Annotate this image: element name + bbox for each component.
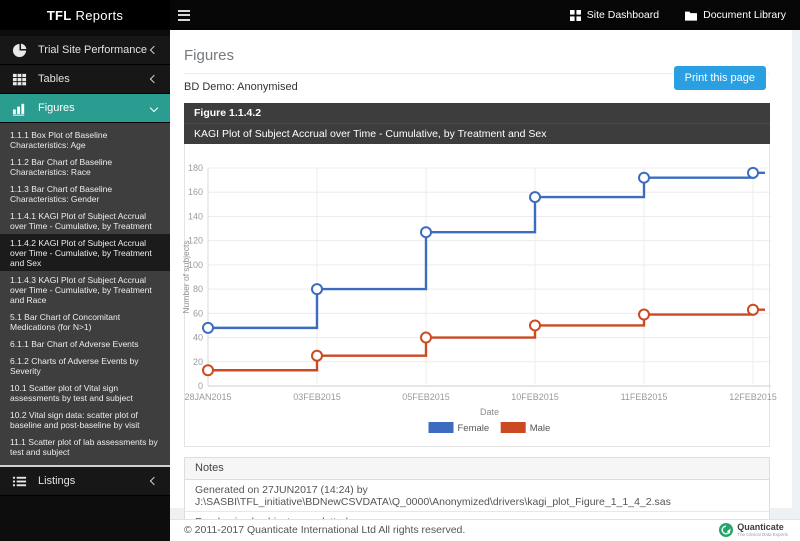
folder-icon	[685, 11, 698, 21]
sidebar-subitem[interactable]: 1.1.4.2 KAGI Plot of Subject Accrual ove…	[0, 234, 170, 271]
topbar-link-label: Site Dashboard	[586, 9, 660, 21]
logo-name: Quanticate	[737, 522, 784, 532]
list-icon	[12, 476, 27, 486]
figure-panel-header: Figure 1.1.4.2 KAGI Plot of Subject Accr…	[184, 103, 770, 144]
topbar: Site Dashboard Document Library	[170, 0, 800, 30]
footer: © 2011-2017 Quanticate International Ltd…	[170, 519, 800, 541]
sidebar-subitem[interactable]: 6.1.1 Bar Chart of Adverse Events	[0, 335, 170, 352]
sidebar-item-tables[interactable]: Tables	[0, 65, 170, 94]
sidebar-subitem[interactable]: 5.1 Bar Chart of Concomitant Medications…	[0, 308, 170, 335]
svg-text:60: 60	[193, 308, 203, 318]
sidebar-subitem[interactable]: 6.1.2 Charts of Adverse Events by Severi…	[0, 352, 170, 379]
topbar-link-label: Document Library	[703, 9, 786, 21]
svg-text:20: 20	[193, 357, 203, 367]
quanticate-logo-icon	[719, 523, 734, 537]
chevron-down-icon	[149, 103, 159, 113]
svg-text:12FEB2015: 12FEB2015	[729, 392, 777, 402]
brand-rest: Reports	[75, 7, 124, 23]
svg-text:Female: Female	[458, 423, 490, 434]
svg-text:180: 180	[188, 163, 203, 173]
sidebar-subitem[interactable]: 10.2 Vital sign data: scatter plot of ba…	[0, 406, 170, 433]
print-page-button[interactable]: Print this page	[673, 66, 766, 90]
pie-chart-icon	[12, 43, 27, 57]
hamburger-icon	[178, 9, 190, 12]
main-area: Site Dashboard Document Library Figures …	[170, 0, 800, 541]
brand-bold: TFL	[46, 7, 72, 23]
svg-text:Number of subjects: Number of subjects	[181, 240, 191, 313]
svg-text:05FEB2015: 05FEB2015	[402, 392, 450, 402]
sidebar-item-label: Trial Site Performance	[38, 44, 148, 56]
svg-text:Male: Male	[530, 423, 551, 434]
sidebar-subitem[interactable]: 10.1 Scatter plot of Vital sign assessme…	[0, 379, 170, 406]
svg-text:Date: Date	[480, 407, 499, 417]
svg-text:03FEB2015: 03FEB2015	[293, 392, 341, 402]
figure-title: KAGI Plot of Subject Accrual over Time -…	[184, 123, 770, 144]
svg-text:140: 140	[188, 211, 203, 221]
topbar-link-site-dashboard[interactable]: Site Dashboard	[569, 9, 660, 21]
figures-submenu: 1.1.1 Box Plot of Baseline Characteristi…	[0, 123, 170, 467]
bar-chart-icon	[12, 103, 25, 116]
app-brand: TFL Reports	[0, 0, 170, 30]
app-window: TFL Reports Trial Site Performance Table…	[0, 0, 800, 541]
topbar-link-document-library[interactable]: Document Library	[685, 9, 786, 21]
grid-icon	[569, 9, 581, 21]
copyright-text: © 2011-2017 Quanticate International Ltd…	[184, 524, 466, 536]
svg-text:11FEB2015: 11FEB2015	[621, 392, 668, 402]
figure-number: Figure 1.1.4.2	[194, 107, 262, 119]
table-icon	[12, 73, 27, 85]
svg-text:160: 160	[188, 187, 203, 197]
quanticate-logo: Quanticate The Clinical Data Experts	[719, 523, 788, 537]
note-row: Generated on 27JUN2017 (14:24) by J:\SAS…	[185, 480, 769, 511]
content-card: Figures BD Demo: Anonymised Print this p…	[170, 30, 792, 532]
kagi-chart: 02040608010012014016018028JAN2015 03FEB20…	[181, 163, 777, 434]
sidebar-item-label: Figures	[38, 102, 75, 114]
svg-text:10FEB2015: 10FEB2015	[511, 392, 559, 402]
sidebar-subitem[interactable]: 1.1.4.3 KAGI Plot of Subject Accrual ove…	[0, 271, 170, 308]
sidebar-item-trial-site-performance[interactable]: Trial Site Performance	[0, 36, 170, 65]
chart-container: 0 20 40 60 80 100 120 140 160 180 28JAN2015 03FEB20…	[181, 144, 777, 447]
topbar-links: Site Dashboard Document Library	[569, 9, 786, 21]
logo-tagline: The Clinical Data Experts	[737, 532, 788, 537]
chevron-left-icon	[149, 74, 159, 84]
sidebar-subitem[interactable]: 11.1 Scatter plot of lab assessments by …	[0, 433, 170, 460]
chevron-left-icon	[149, 476, 159, 486]
sidebar: TFL Reports Trial Site Performance Table…	[0, 0, 170, 541]
sidebar-item-label: Listings	[38, 475, 76, 487]
svg-text:0: 0	[198, 381, 203, 391]
svg-text:28JAN2015: 28JAN2015	[184, 392, 231, 402]
sidebar-item-listings[interactable]: Listings	[0, 467, 170, 496]
menu-toggle-button[interactable]	[178, 7, 194, 23]
notes-header: Notes	[185, 458, 769, 480]
svg-text:80: 80	[193, 284, 203, 294]
sidebar-subitem[interactable]: 1.1.1 Box Plot of Baseline Characteristi…	[0, 126, 170, 153]
sidebar-item-label: Tables	[38, 73, 70, 85]
chevron-left-icon	[149, 45, 159, 55]
sidebar-subitem[interactable]: 1.1.4.1 KAGI Plot of Subject Accrual ove…	[0, 207, 170, 234]
sidebar-item-figures[interactable]: Figures	[0, 94, 170, 123]
svg-text:40: 40	[193, 333, 203, 343]
figure-panel: Figure 1.1.4.2 KAGI Plot of Subject Accr…	[181, 103, 777, 447]
sidebar-subitem[interactable]: 1.1.2 Bar Chart of Baseline Characterist…	[0, 153, 170, 180]
sidebar-subitem[interactable]: 1.1.3 Bar Chart of Baseline Characterist…	[0, 180, 170, 207]
